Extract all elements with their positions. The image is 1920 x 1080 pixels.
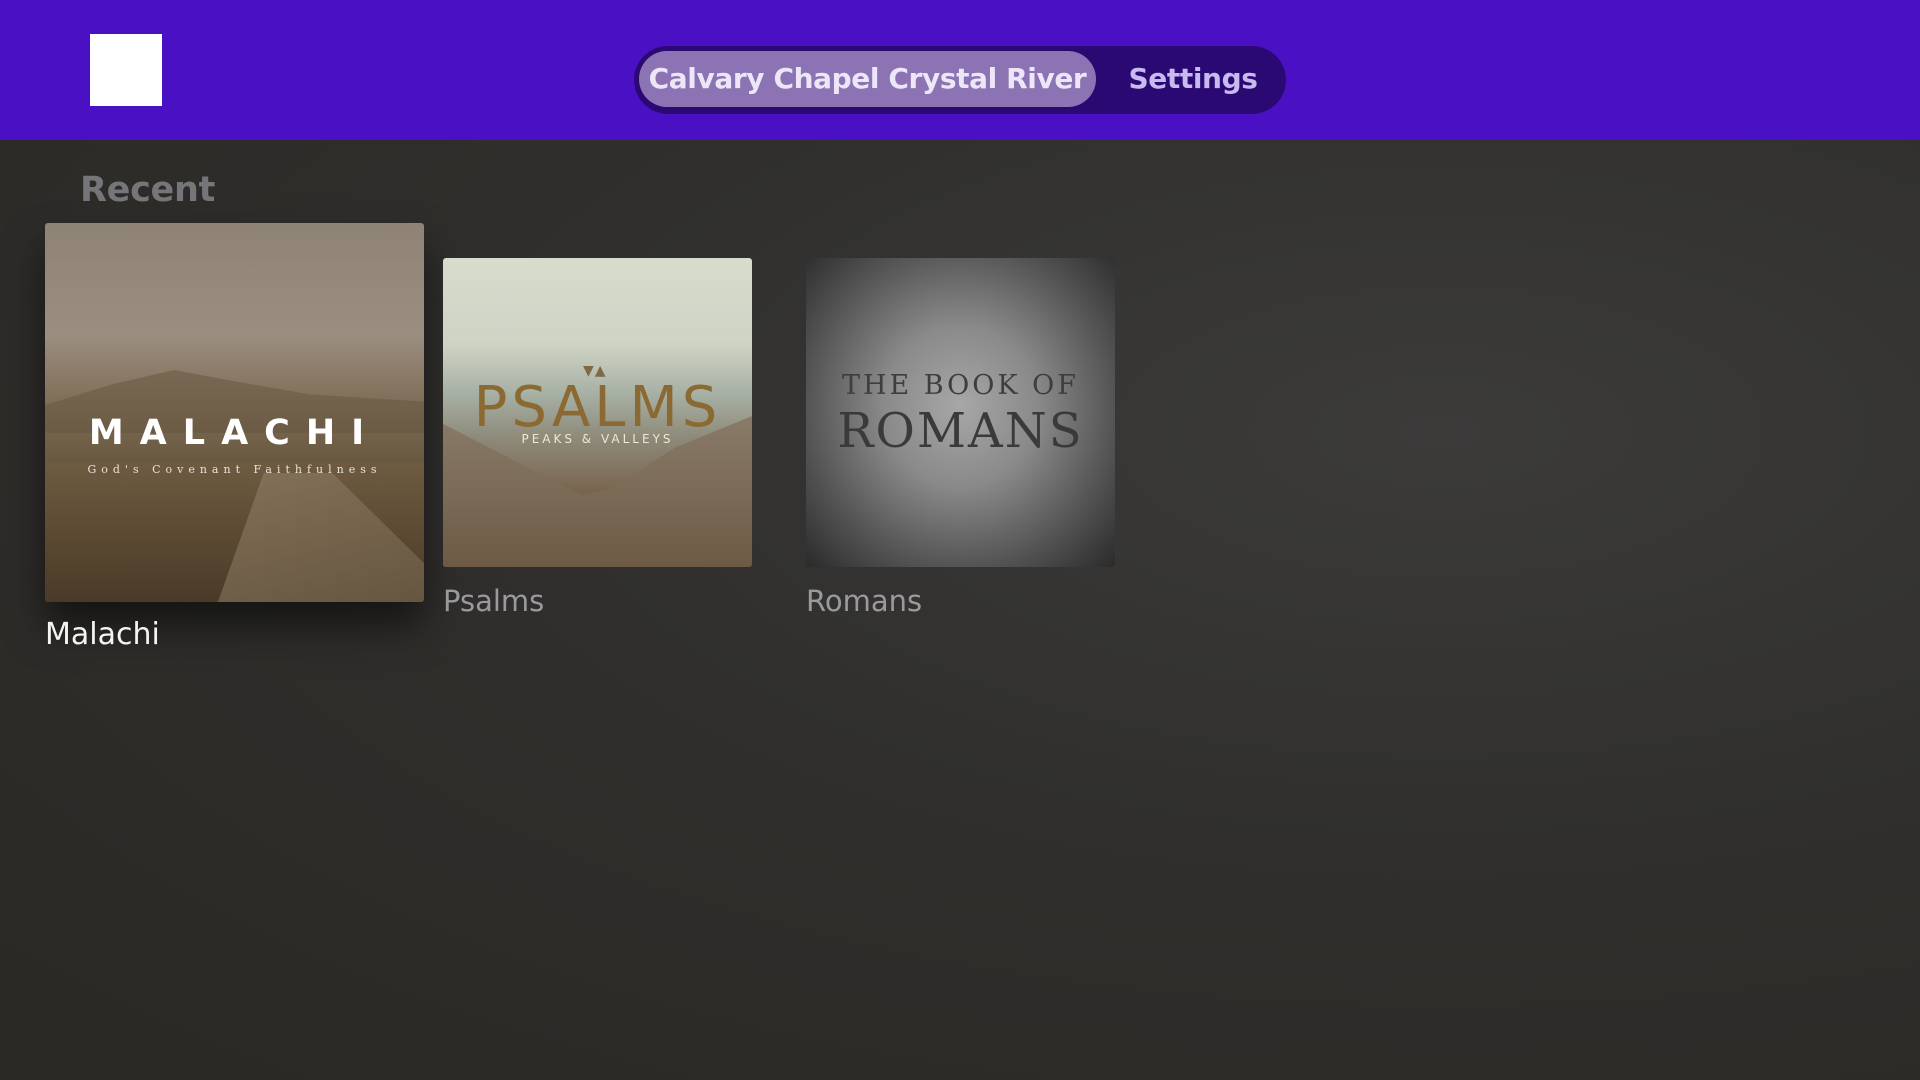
artwork-title: PSALMS (473, 375, 722, 440)
series-artwork-malachi: MALACHI God's Covenant Faithfulness (45, 223, 424, 602)
series-artwork-psalms: ▼▲ PSALMS PEAKS & VALLEYS (443, 258, 752, 567)
series-label: Psalms (443, 584, 545, 618)
artwork-title-line1: THE BOOK OF (841, 370, 1080, 401)
section-title-recent: Recent (80, 170, 216, 210)
app-logo (90, 34, 162, 106)
artwork-title-line2: ROMANS (837, 403, 1084, 459)
series-card-romans[interactable]: THE BOOK OF ROMANS Romans (806, 258, 1115, 618)
series-label: Malachi (45, 617, 160, 652)
artwork-subtitle: God's Covenant Faithfulness (87, 463, 382, 476)
series-label: Romans (806, 584, 923, 618)
tab-bar: Calvary Chapel Crystal River Settings (634, 46, 1286, 114)
top-navigation-bar: Calvary Chapel Crystal River Settings (0, 0, 1920, 140)
artwork-title: MALACHI (88, 413, 381, 453)
series-card-psalms[interactable]: ▼▲ PSALMS PEAKS & VALLEYS Psalms (443, 258, 752, 618)
tab-calvary-chapel-crystal-river[interactable]: Calvary Chapel Crystal River (639, 51, 1096, 107)
series-artwork-romans: THE BOOK OF ROMANS (806, 258, 1115, 567)
artwork-subtitle: PEAKS & VALLEYS (521, 432, 674, 446)
tab-settings[interactable]: Settings (1108, 51, 1278, 107)
series-card-malachi[interactable]: MALACHI God's Covenant Faithfulness Mala… (45, 223, 424, 663)
